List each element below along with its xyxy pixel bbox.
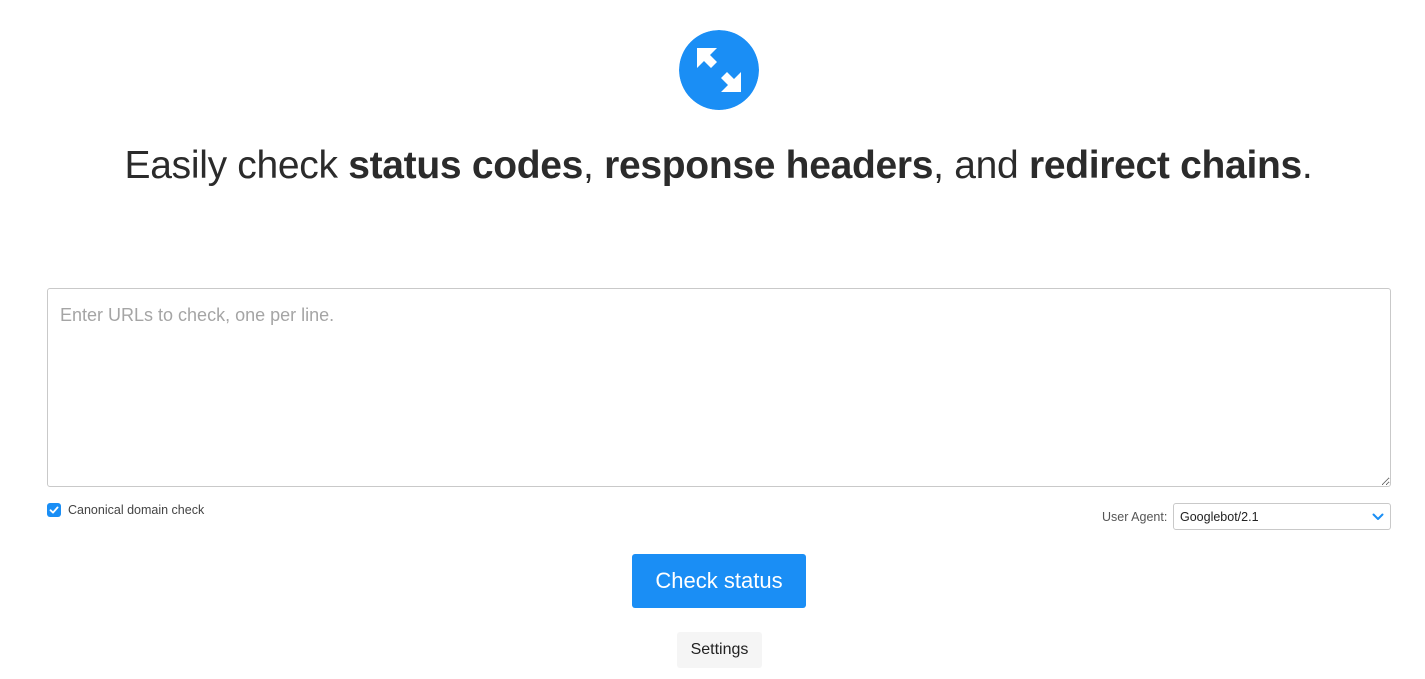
- headline-emphasis-status-codes: status codes: [348, 144, 584, 187]
- canonical-checkbox[interactable]: [47, 503, 61, 517]
- headline-emphasis-redirect-chains: redirect chains: [1028, 144, 1302, 187]
- headline-emphasis-response-headers: response headers: [604, 144, 934, 187]
- user-agent-label: User Agent:: [1102, 510, 1168, 524]
- url-input[interactable]: [47, 288, 1391, 487]
- page-headline: Easily check status codes, response head…: [0, 143, 1425, 189]
- canonical-check-label: Canonical domain check: [68, 503, 205, 517]
- chevron-down-icon: [1372, 513, 1384, 520]
- compress-arrows-icon: [679, 30, 759, 110]
- headline-text: Easily check: [124, 144, 349, 187]
- headline-text: ,: [583, 144, 605, 187]
- user-agent-select[interactable]: Googlebot/2.1: [1173, 503, 1391, 530]
- checkmark-icon: [49, 506, 59, 514]
- headline-text: , and: [933, 144, 1029, 187]
- check-status-button[interactable]: Check status: [632, 554, 806, 608]
- settings-button[interactable]: Settings: [677, 632, 762, 668]
- user-agent-selected-value: Googlebot/2.1: [1180, 509, 1259, 524]
- headline-text: .: [1301, 144, 1313, 187]
- canonical-domain-check[interactable]: Canonical domain check: [47, 503, 204, 517]
